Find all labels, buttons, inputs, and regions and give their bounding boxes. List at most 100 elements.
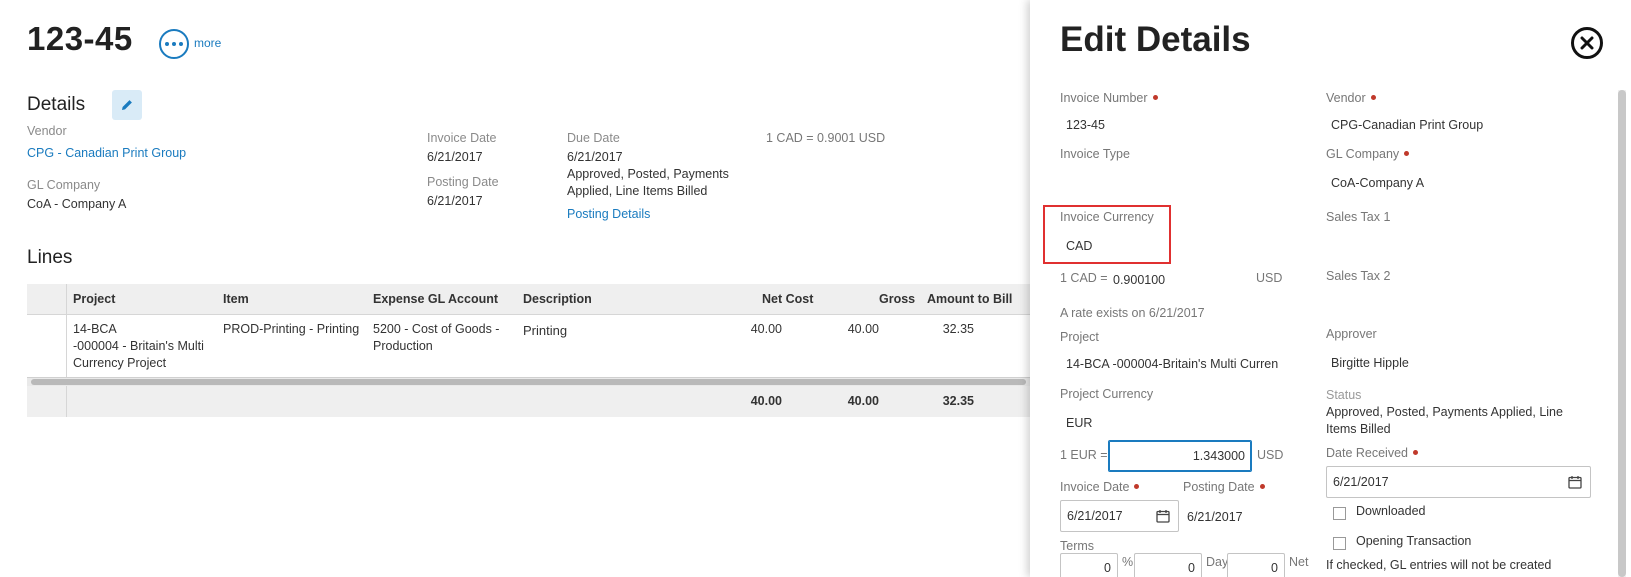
col-amount-to-bill[interactable]: Amount to Bill bbox=[927, 292, 1012, 306]
calendar-icon[interactable] bbox=[1568, 475, 1582, 489]
project-field[interactable]: 14-BCA -000004-Britain's Multi Curren bbox=[1066, 357, 1278, 371]
terms-net-unit: Net bbox=[1289, 555, 1309, 569]
edit-details-panel: Edit Details Invoice Number 123-45 Invoi… bbox=[1030, 0, 1631, 577]
col-item[interactable]: Item bbox=[223, 292, 249, 306]
due-date-label: Due Date bbox=[567, 131, 620, 145]
invoice-date-value: 6/21/2017 bbox=[427, 150, 483, 164]
required-dot bbox=[1404, 151, 1410, 156]
col-description[interactable]: Description bbox=[523, 292, 592, 306]
total-net-cost: 40.00 bbox=[750, 394, 782, 408]
date-received-label: Date Received bbox=[1326, 446, 1418, 460]
more-link[interactable]: more bbox=[194, 36, 221, 50]
project-line: Currency Project bbox=[73, 356, 167, 370]
scrollbar-thumb[interactable] bbox=[1618, 90, 1626, 577]
status-line-1: Approved, Posted, Payments bbox=[567, 167, 729, 181]
panel-title: Edit Details bbox=[1060, 20, 1251, 59]
invoice-number-title: 123-45 bbox=[27, 20, 133, 57]
eur-rate-unit: USD bbox=[1257, 448, 1284, 462]
posting-date-value: 6/21/2017 bbox=[1187, 510, 1243, 524]
posting-date-value: 6/21/2017 bbox=[427, 194, 483, 208]
table-totals: 40.00 40.00 32.35 bbox=[27, 386, 1030, 417]
gl-account-line: Production bbox=[373, 339, 433, 353]
terms-label: Terms bbox=[1060, 539, 1095, 553]
panel-vertical-scrollbar[interactable] bbox=[1618, 90, 1626, 577]
terms-net-input[interactable]: 0 bbox=[1227, 553, 1285, 577]
cad-rate-field[interactable]: 0.900100 bbox=[1113, 273, 1165, 287]
gl-company-value: CoA - Company A bbox=[27, 197, 127, 211]
rate-note: A rate exists on 6/21/2017 bbox=[1060, 306, 1205, 320]
project-line: -000004 - Britain's Multi bbox=[73, 339, 204, 353]
invoice-date-label: Invoice Date bbox=[427, 131, 497, 145]
cad-rate-unit: USD bbox=[1256, 271, 1283, 285]
due-date-value: 6/21/2017 bbox=[567, 150, 623, 164]
status-line-2: Applied, Line Items Billed bbox=[567, 184, 708, 198]
opening-transaction-checkbox[interactable] bbox=[1333, 537, 1346, 550]
row-description: Printing bbox=[523, 323, 568, 338]
cad-rate-prefix: 1 CAD = bbox=[1060, 271, 1108, 285]
opening-transaction-label: Opening Transaction bbox=[1356, 534, 1472, 548]
pencil-icon bbox=[122, 100, 132, 110]
invoice-number-field[interactable]: 123-45 bbox=[1066, 118, 1105, 132]
project-currency-label: Project Currency bbox=[1060, 387, 1154, 401]
row-project: 14-BCA -000004 - Britain's Multi Currenc… bbox=[73, 321, 213, 372]
required-dot bbox=[1134, 484, 1140, 489]
gl-company-label: GL Company bbox=[1326, 147, 1410, 161]
col-project[interactable]: Project bbox=[73, 292, 115, 306]
terms-percent-input[interactable]: 0 bbox=[1060, 553, 1118, 577]
table-header: Project Item Expense GL Account Descript… bbox=[27, 284, 1030, 315]
invoice-date-input[interactable]: 6/21/2017 bbox=[1060, 500, 1179, 532]
invoice-currency-field[interactable]: CAD bbox=[1066, 239, 1092, 253]
required-dot bbox=[1259, 484, 1265, 489]
eur-rate-input[interactable]: 1.343000 bbox=[1108, 440, 1252, 472]
column-divider bbox=[66, 386, 67, 417]
date-received-input[interactable]: 6/21/2017 bbox=[1326, 466, 1591, 498]
more-button[interactable] bbox=[159, 29, 189, 59]
sales-tax-2-label: Sales Tax 2 bbox=[1326, 269, 1391, 283]
sales-tax-1-label: Sales Tax 1 bbox=[1326, 210, 1391, 224]
invoice-date-label: Invoice Date bbox=[1060, 480, 1140, 494]
vendor-link[interactable]: CPG - Canadian Print Group bbox=[27, 146, 186, 160]
required-dot bbox=[1413, 450, 1418, 455]
vendor-field[interactable]: CPG-Canadian Print Group bbox=[1331, 118, 1483, 132]
gl-company-field[interactable]: CoA-Company A bbox=[1331, 176, 1424, 190]
close-icon bbox=[1580, 36, 1594, 50]
col-expense-gl-account[interactable]: Expense GL Account bbox=[373, 292, 498, 306]
scrollbar-thumb[interactable] bbox=[31, 379, 1026, 385]
posting-details-link[interactable]: Posting Details bbox=[567, 207, 650, 221]
calendar-icon[interactable] bbox=[1156, 509, 1170, 523]
table-horizontal-scrollbar[interactable] bbox=[27, 377, 1030, 386]
column-divider bbox=[66, 315, 67, 377]
invoice-number-label: Invoice Number bbox=[1060, 91, 1158, 105]
dot-icon bbox=[165, 42, 169, 46]
status-label: Status bbox=[1326, 388, 1362, 402]
close-button[interactable] bbox=[1571, 27, 1603, 59]
project-line: 14-BCA bbox=[73, 322, 117, 336]
row-gl-account: 5200 - Cost of Goods - Production bbox=[373, 321, 499, 355]
posting-date-label: Posting Date bbox=[427, 175, 499, 189]
terms-days-input[interactable]: 0 bbox=[1134, 553, 1202, 577]
invoice-type-label: Invoice Type bbox=[1060, 147, 1130, 161]
approver-label: Approver bbox=[1326, 327, 1377, 341]
edit-details-button[interactable] bbox=[112, 90, 142, 120]
invoice-date-value: 6/21/2017 bbox=[1067, 509, 1123, 523]
invoice-currency-label: Invoice Currency bbox=[1060, 210, 1154, 224]
date-received-value: 6/21/2017 bbox=[1333, 475, 1389, 489]
posting-date-label: Posting Date bbox=[1183, 480, 1265, 494]
total-amount-to-bill: 32.35 bbox=[942, 394, 974, 408]
col-gross[interactable]: Gross bbox=[879, 292, 915, 306]
gl-entries-note: If checked, GL entries will not be creat… bbox=[1326, 558, 1552, 572]
row-item: PROD-Printing - Printing bbox=[223, 322, 360, 336]
column-divider bbox=[66, 284, 67, 315]
row-net-cost: 40.00 bbox=[750, 322, 782, 336]
project-currency-field[interactable]: EUR bbox=[1066, 416, 1092, 430]
exchange-rate-text: 1 CAD = 0.9001 USD bbox=[766, 131, 886, 145]
row-gross: 40.00 bbox=[847, 322, 879, 336]
dot-icon bbox=[179, 42, 183, 46]
required-dot bbox=[1152, 95, 1158, 100]
project-label: Project bbox=[1060, 330, 1099, 344]
total-gross: 40.00 bbox=[847, 394, 879, 408]
col-net-cost[interactable]: Net Cost bbox=[762, 292, 813, 306]
downloaded-checkbox[interactable] bbox=[1333, 507, 1346, 520]
approver-field[interactable]: Birgitte Hipple bbox=[1331, 356, 1409, 370]
eur-rate-prefix: 1 EUR = bbox=[1060, 448, 1108, 462]
